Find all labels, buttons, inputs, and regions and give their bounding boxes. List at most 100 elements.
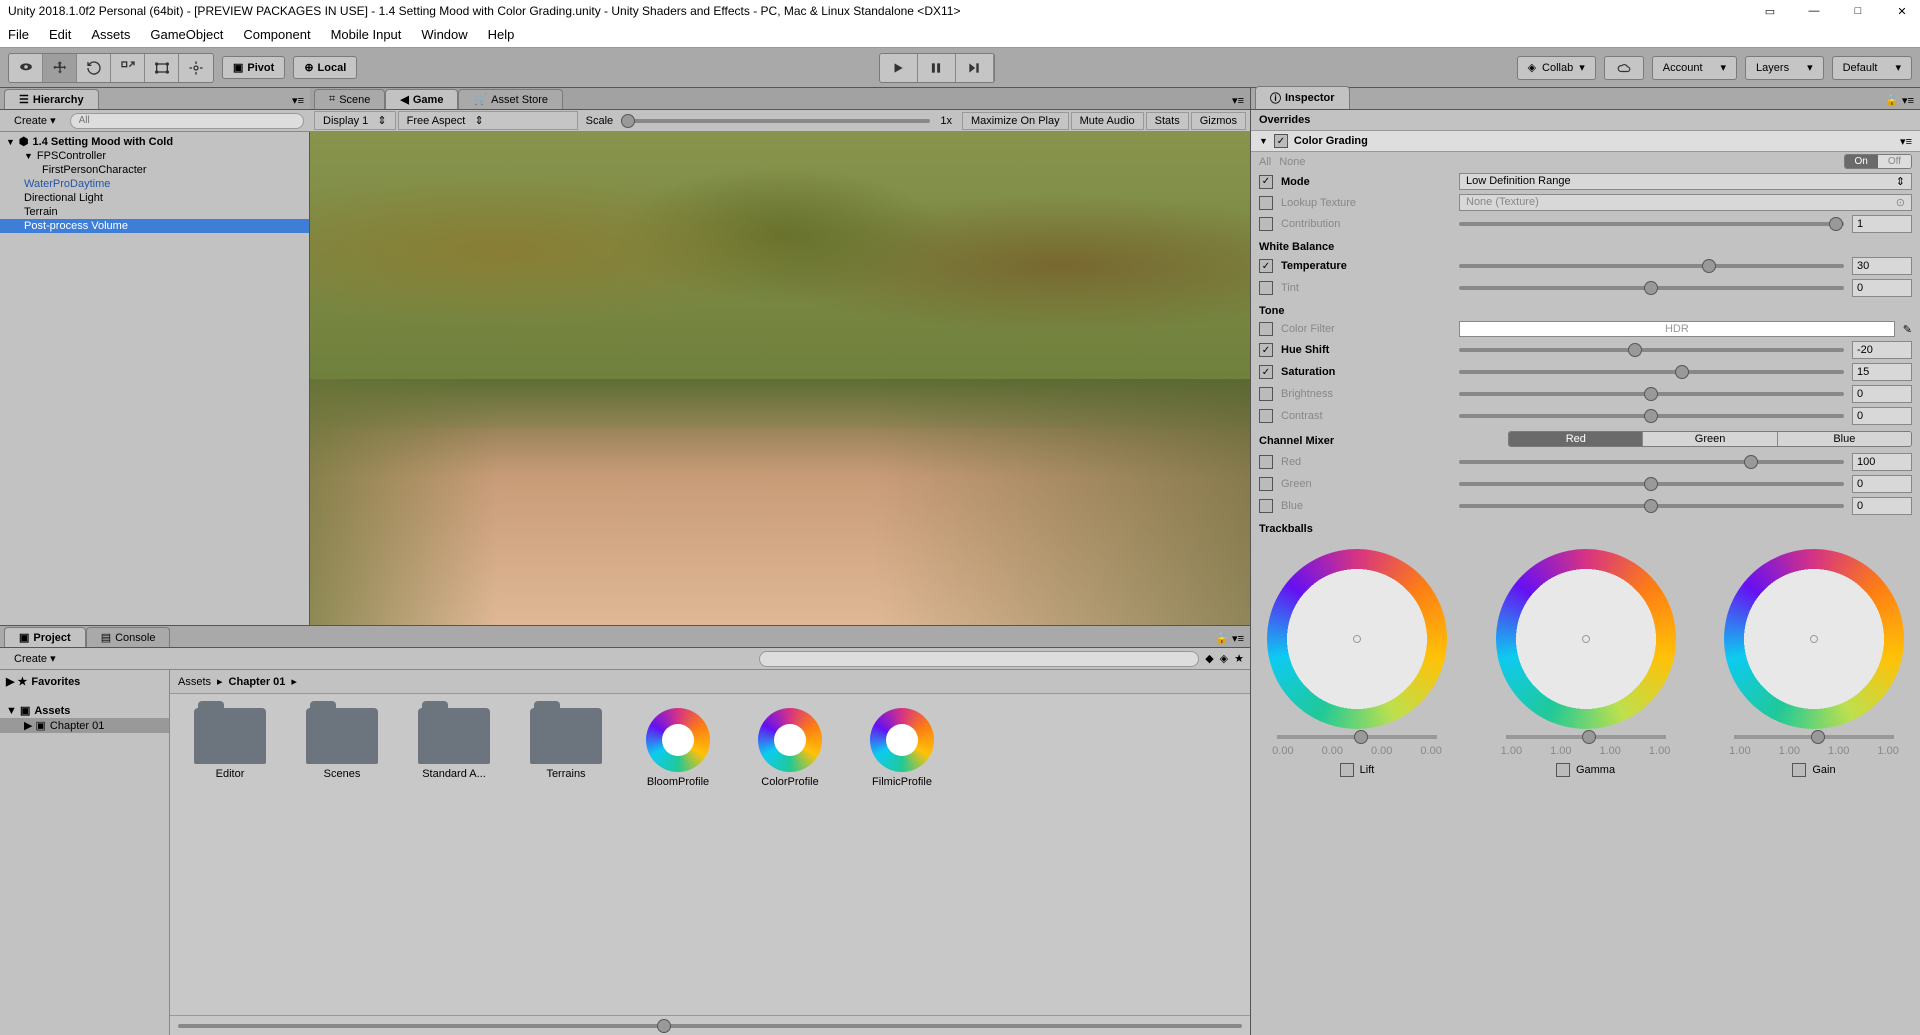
hier-firstpersoncharacter[interactable]: FirstPersonCharacter — [0, 163, 309, 177]
hier-postprocess-volume[interactable]: Post-process Volume — [0, 219, 309, 233]
game-tab[interactable]: ◀ Game — [385, 89, 458, 109]
tree-chapter01[interactable]: ▶ ▣ Chapter 01 — [0, 718, 169, 733]
aspect-dropdown[interactable]: Free Aspect ⇕ — [398, 111, 578, 130]
grid-size-slider[interactable] — [178, 1024, 1242, 1028]
scale-slider[interactable] — [621, 119, 930, 123]
gamma-slider[interactable] — [1506, 735, 1666, 739]
pause-button[interactable] — [918, 54, 956, 82]
asset-scenes[interactable]: Scenes — [296, 708, 388, 788]
maximize-toggle[interactable]: Maximize On Play — [962, 112, 1069, 130]
hierarchy-create-dropdown[interactable]: Create ▾ — [6, 112, 64, 129]
tree-assets[interactable]: ▼ ▣ Assets — [0, 703, 169, 718]
menu-mobileinput[interactable]: Mobile Input — [331, 27, 402, 42]
hier-directional-light[interactable]: Directional Light — [0, 191, 309, 205]
menu-window[interactable]: Window — [421, 27, 467, 42]
collab-dropdown[interactable]: ◈ Collab ▾ — [1517, 56, 1596, 80]
override-none[interactable]: None — [1279, 156, 1305, 168]
tablet-mode-icon[interactable]: ▭ — [1760, 1, 1780, 21]
asset-bloomprofile[interactable]: BloomProfile — [632, 708, 724, 788]
mode-override-checkbox[interactable] — [1259, 175, 1273, 189]
project-search-input[interactable] — [759, 651, 1199, 667]
off-button[interactable]: Off — [1878, 155, 1911, 168]
hier-waterprodaytime[interactable]: WaterProDaytime — [0, 177, 309, 191]
lift-trackball[interactable] — [1267, 549, 1447, 729]
green-slider[interactable] — [1459, 482, 1844, 486]
asset-standard[interactable]: Standard A... — [408, 708, 500, 788]
favorite-icon[interactable]: ★ — [1234, 652, 1244, 665]
breadcrumb-assets[interactable]: Assets — [178, 676, 211, 688]
lift-slider[interactable] — [1277, 735, 1437, 739]
gain-override-checkbox[interactable] — [1792, 763, 1806, 777]
on-button[interactable]: On — [1845, 155, 1878, 168]
channel-red[interactable]: Red — [1509, 432, 1643, 446]
green-override-checkbox[interactable] — [1259, 477, 1273, 491]
tint-override-checkbox[interactable] — [1259, 281, 1273, 295]
project-tab[interactable]: ▣ Project — [4, 627, 86, 647]
tint-value[interactable] — [1852, 279, 1912, 297]
scene-root[interactable]: ▼ ⬢ 1.4 Setting Mood with Cold — [0, 134, 309, 149]
mute-toggle[interactable]: Mute Audio — [1071, 112, 1144, 130]
green-value[interactable] — [1852, 475, 1912, 493]
brightness-slider[interactable] — [1459, 392, 1844, 396]
red-slider[interactable] — [1459, 460, 1844, 464]
hdr-color-field[interactable]: HDR — [1459, 321, 1895, 337]
hierarchy-tab[interactable]: ☰ Hierarchy — [4, 89, 99, 109]
brightness-value[interactable] — [1852, 385, 1912, 403]
tab-options-icon[interactable]: ▾≡ — [286, 92, 310, 109]
filter-icon-2[interactable]: ◈ — [1220, 652, 1228, 665]
step-button[interactable] — [956, 54, 994, 82]
hierarchy-search-input[interactable] — [70, 113, 304, 129]
gain-trackball[interactable] — [1724, 549, 1904, 729]
menu-edit[interactable]: Edit — [49, 27, 71, 42]
channel-blue[interactable]: Blue — [1778, 432, 1911, 446]
lift-override-checkbox[interactable] — [1340, 763, 1354, 777]
temperature-value[interactable] — [1852, 257, 1912, 275]
breadcrumb-chapter01[interactable]: Chapter 01 — [229, 676, 286, 688]
hand-tool[interactable] — [9, 54, 43, 82]
assetstore-tab[interactable]: 🛒 Asset Store — [458, 89, 563, 109]
inspector-lock-icon[interactable]: 🔒 ▾≡ — [1879, 92, 1920, 109]
component-enabled-checkbox[interactable] — [1274, 134, 1288, 148]
lookup-override-checkbox[interactable] — [1259, 196, 1273, 210]
contrast-slider[interactable] — [1459, 414, 1844, 418]
asset-colorprofile[interactable]: ColorProfile — [744, 708, 836, 788]
gizmos-dropdown[interactable]: Gizmos — [1191, 112, 1246, 130]
transform-tool[interactable] — [179, 54, 213, 82]
hier-fpscontroller[interactable]: ▼ FPSController — [0, 149, 309, 163]
stats-toggle[interactable]: Stats — [1146, 112, 1189, 130]
component-foldout[interactable]: ▼ — [1259, 136, 1268, 146]
rect-tool[interactable] — [145, 54, 179, 82]
saturation-override-checkbox[interactable] — [1259, 365, 1273, 379]
layers-dropdown[interactable]: Layers ▾ — [1745, 56, 1824, 80]
display-dropdown[interactable]: Display 1 ⇕ — [314, 111, 396, 130]
hueshift-value[interactable] — [1852, 341, 1912, 359]
inspector-tab[interactable]: ⓘ Inspector — [1255, 86, 1350, 109]
scene-tab[interactable]: ⌗ Scene — [314, 89, 385, 109]
scene-tab-options[interactable]: ▾≡ — [1226, 92, 1250, 109]
override-all[interactable]: All — [1259, 156, 1271, 168]
cloud-button[interactable] — [1604, 56, 1644, 80]
asset-editor[interactable]: Editor — [184, 708, 276, 788]
menu-component[interactable]: Component — [243, 27, 310, 42]
blue-override-checkbox[interactable] — [1259, 499, 1273, 513]
gain-slider[interactable] — [1734, 735, 1894, 739]
mode-dropdown[interactable]: Low Definition Range⇕ — [1459, 173, 1912, 190]
hueshift-override-checkbox[interactable] — [1259, 343, 1273, 357]
project-create-dropdown[interactable]: Create ▾ — [6, 650, 64, 667]
contribution-slider[interactable] — [1459, 222, 1844, 226]
saturation-value[interactable] — [1852, 363, 1912, 381]
project-tab-options[interactable]: 🔒 ▾≡ — [1209, 630, 1250, 647]
red-override-checkbox[interactable] — [1259, 455, 1273, 469]
colorfilter-override-checkbox[interactable] — [1259, 322, 1273, 336]
red-value[interactable] — [1852, 453, 1912, 471]
filter-icon-1[interactable]: ◆ — [1205, 652, 1213, 665]
play-button[interactable] — [880, 54, 918, 82]
eyedropper-icon[interactable]: ✎ — [1903, 323, 1912, 336]
asset-filmicprofile[interactable]: FilmicProfile — [856, 708, 948, 788]
menu-help[interactable]: Help — [488, 27, 515, 42]
contrast-override-checkbox[interactable] — [1259, 409, 1273, 423]
tint-slider[interactable] — [1459, 286, 1844, 290]
scale-tool[interactable] — [111, 54, 145, 82]
account-dropdown[interactable]: Account ▾ — [1652, 56, 1737, 80]
hueshift-slider[interactable] — [1459, 348, 1844, 352]
